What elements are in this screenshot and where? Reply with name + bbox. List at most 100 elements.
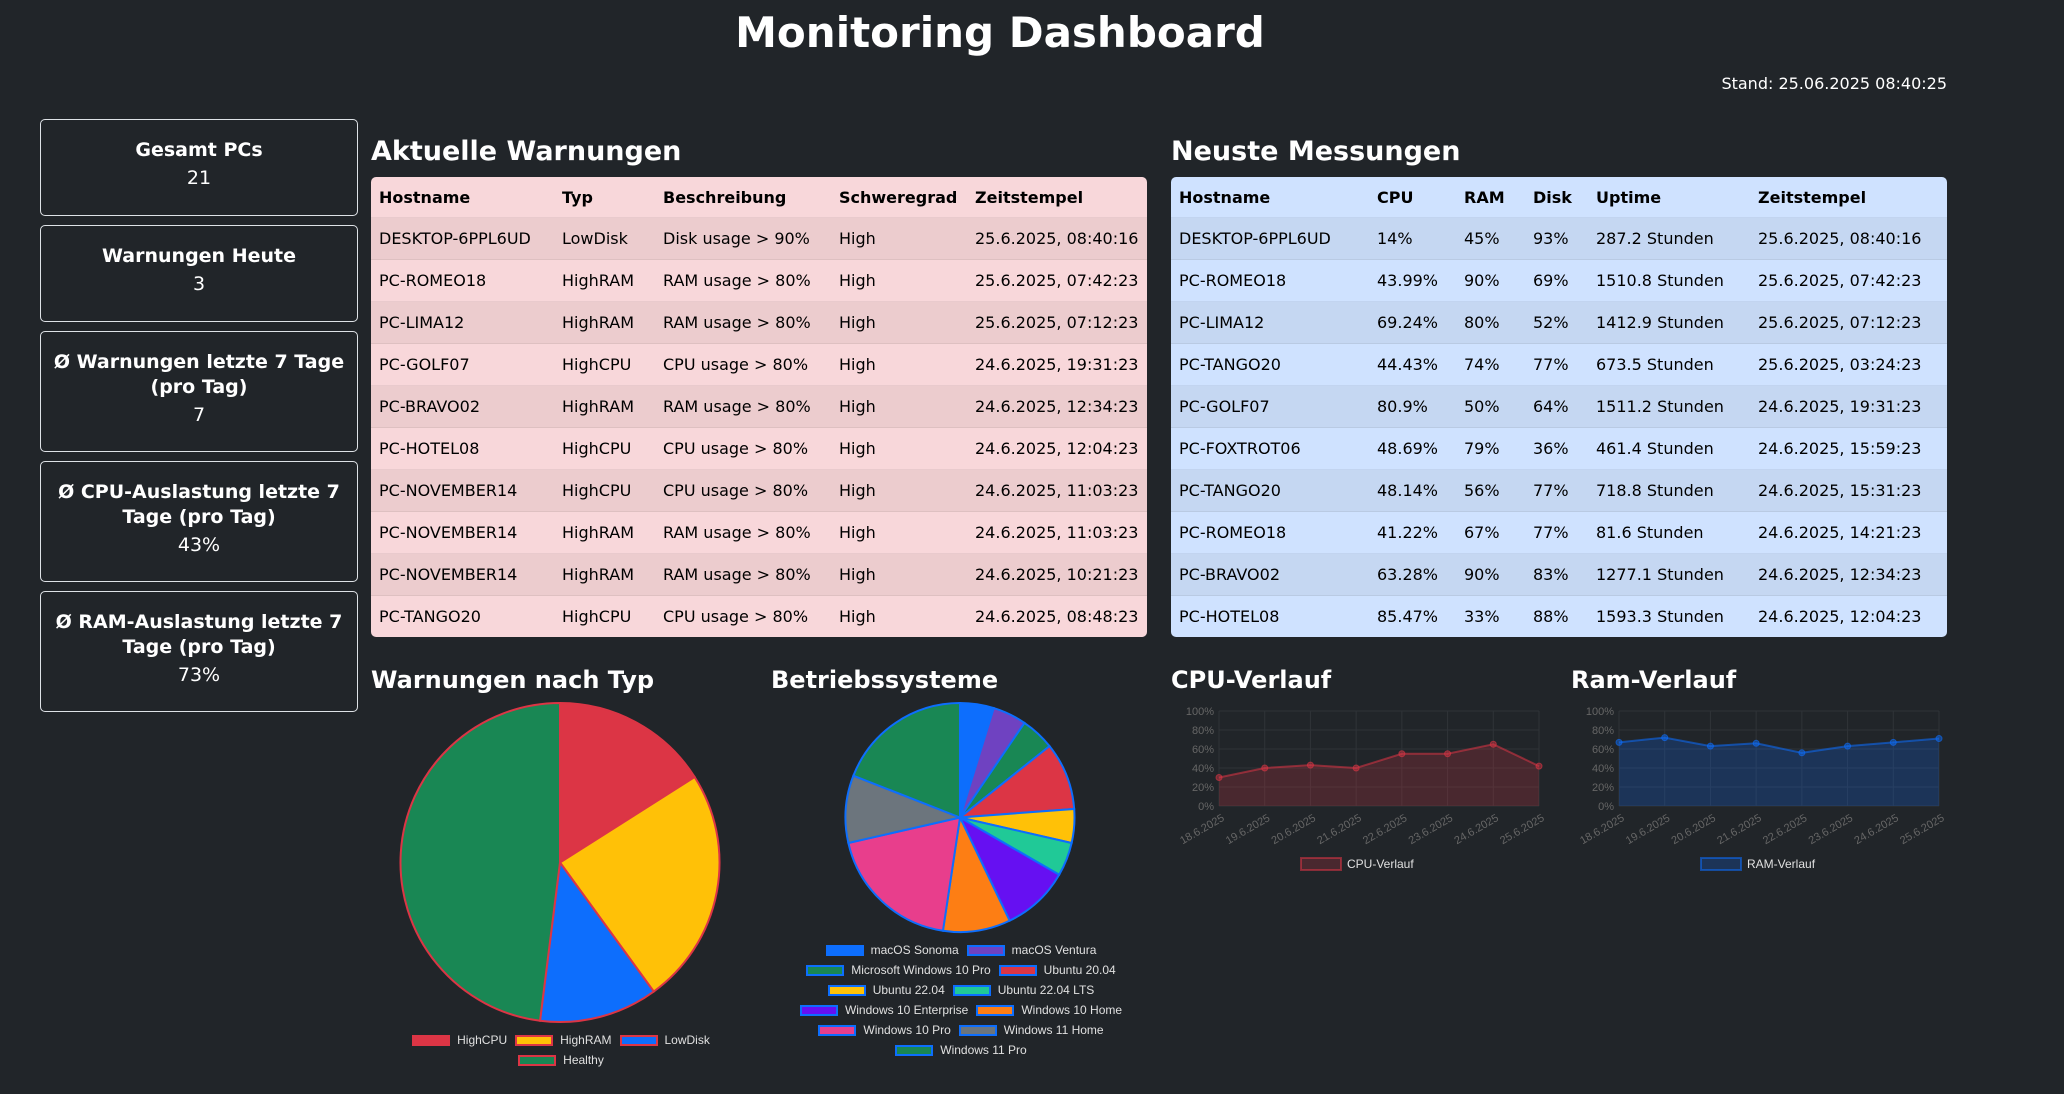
x-tick-label: 19.6.2025 (1224, 812, 1272, 847)
table-cell: PC-NOVEMBER14 (371, 553, 554, 596)
table-cell: PC-HOTEL08 (371, 427, 554, 470)
table-row: PC-LIMA12 HighRAM RAM usage > 80% High 25.6.… (371, 301, 1147, 344)
legend-swatch (806, 964, 845, 976)
table-cell: High (831, 217, 967, 260)
table-cell: High (831, 343, 967, 386)
table-row: PC-ROMEO18 41.22% 67% 77% 81.6 Stunden 24.6.2… (1171, 511, 1947, 554)
data-point[interactable] (1489, 740, 1497, 748)
table-cell: 44.43% (1369, 343, 1456, 386)
legend-item[interactable]: Windows 11 Home (958, 1023, 1104, 1037)
legend-item[interactable]: Healthy (518, 1053, 604, 1067)
legend-item[interactable]: Windows 10 Home (976, 1003, 1122, 1017)
data-point[interactable] (1889, 738, 1897, 746)
table-row: PC-TANGO20 44.43% 74% 77% 673.5 Stunden 25.6.… (1171, 343, 1947, 386)
stat-label: Gesamt PCs (135, 139, 263, 161)
y-tick-label: 40% (1192, 763, 1214, 775)
table-cell: 24.6.2025, 10:21:23 (967, 553, 1147, 596)
column-header: Schweregrad (839, 187, 958, 207)
table-row: PC-TANGO20 48.14% 56% 77% 718.8 Stunden 24.6.… (1171, 469, 1947, 512)
table-cell: HighRAM (554, 301, 655, 344)
y-tick-label: 60% (1192, 744, 1214, 756)
table-cell: 64% (1525, 385, 1588, 428)
data-point[interactable] (1615, 738, 1623, 746)
x-tick-label: 18.6.2025 (1178, 812, 1226, 847)
table-cell: 56% (1456, 469, 1525, 512)
table-cell: 24.6.2025, 19:31:23 (1750, 385, 1947, 428)
table-cell: 24.6.2025, 08:48:23 (967, 595, 1147, 637)
table-cell: 24.6.2025, 11:03:23 (967, 469, 1147, 512)
legend-item[interactable]: Windows 11 Pro (895, 1043, 1027, 1057)
legend-item[interactable]: macOS Sonoma (825, 943, 959, 957)
table-cell: 461.4 Stunden (1588, 427, 1750, 470)
table-cell: High (831, 595, 967, 637)
last-updated-timestamp: Stand: 25.06.2025 08:40:25 (1721, 74, 1947, 93)
legend-item[interactable]: LowDisk (619, 1033, 710, 1047)
table-cell: RAM usage > 80% (655, 301, 831, 344)
data-point[interactable] (1444, 750, 1452, 758)
legend-label: Windows 11 Home (1003, 1023, 1104, 1037)
data-point[interactable] (1215, 774, 1223, 781)
table-cell: 52% (1525, 301, 1588, 344)
pie-slice-healthy[interactable] (399, 701, 561, 1022)
stat-card-total-pcs: Gesamt PCs 21 (40, 119, 358, 216)
legend-item[interactable]: HighCPU (412, 1033, 507, 1047)
table-cell: 93% (1525, 217, 1588, 260)
data-point[interactable] (1798, 749, 1806, 757)
legend-label: CPU-Verlauf (1347, 857, 1414, 871)
legend-label: HighRAM (560, 1033, 612, 1047)
table-row: PC-LIMA12 69.24% 80% 52% 1412.9 Stunden 25.6.… (1171, 301, 1947, 344)
table-cell: High (831, 427, 967, 470)
table-cell: HighRAM (554, 511, 655, 554)
legend-label: Windows 10 Pro (863, 1023, 951, 1037)
stat-label: Ø CPU-Auslastung letzte 7 Tage (pro Tag) (58, 481, 340, 528)
column-header: Zeitstempel (1758, 187, 1867, 207)
y-tick-label: 80% (1192, 725, 1214, 737)
table-cell: 14% (1369, 217, 1456, 260)
warnings-by-type-title: Warnungen nach Typ (371, 666, 655, 694)
data-point[interactable] (1535, 762, 1543, 770)
table-cell: 80% (1456, 301, 1525, 344)
legend-swatch (958, 1024, 997, 1036)
measurements-section-title: Neuste Messungen (1171, 136, 1461, 167)
legend-item[interactable]: HighRAM (515, 1033, 612, 1047)
legend-item[interactable]: Ubuntu 22.04 (827, 983, 945, 997)
table-cell: 77% (1525, 511, 1588, 554)
legend-label: macOS Ventura (1011, 943, 1097, 957)
legend-item[interactable]: Ubuntu 20.04 (998, 963, 1116, 977)
table-cell: 25.6.2025, 08:40:16 (967, 217, 1147, 260)
legend-swatch (998, 964, 1037, 976)
data-point[interactable] (1261, 764, 1269, 772)
measurements-table: Hostname CPU RAM Disk Uptime Zeitstempel… (1171, 177, 1947, 637)
data-point[interactable] (1306, 761, 1314, 769)
data-point[interactable] (1752, 739, 1760, 747)
data-point[interactable] (1706, 742, 1714, 750)
table-cell: PC-NOVEMBER14 (371, 469, 554, 512)
table-cell: HighCPU (554, 469, 655, 512)
table-row: PC-HOTEL08 HighCPU CPU usage > 80% High 24.6… (371, 427, 1147, 470)
legend-swatch (825, 944, 864, 956)
ram-chart-title: Ram-Verlauf (1571, 666, 1737, 694)
legend-item[interactable]: Ubuntu 22.04 LTS (952, 983, 1094, 997)
data-point[interactable] (1844, 742, 1852, 750)
table-cell: 25.6.2025, 08:40:16 (1750, 217, 1947, 260)
table-cell: Disk usage > 90% (655, 217, 831, 260)
table-cell: 69% (1525, 259, 1588, 302)
data-point[interactable] (1352, 764, 1360, 772)
table-cell: 81.6 Stunden (1588, 511, 1750, 554)
table-row: DESKTOP-6PPL6UD LowDisk Disk usage > 90% Hi… (371, 217, 1147, 260)
table-cell: CPU usage > 80% (655, 343, 831, 386)
data-point[interactable] (1398, 750, 1406, 758)
data-point[interactable] (1935, 735, 1943, 743)
y-tick-label: 0% (1198, 801, 1214, 813)
legend-swatch (619, 1034, 658, 1046)
legend-item[interactable]: Windows 10 Enterprise (799, 1003, 968, 1017)
legend-item[interactable]: macOS Ventura (966, 943, 1097, 957)
data-point[interactable] (1661, 734, 1669, 742)
table-cell: 718.8 Stunden (1588, 469, 1750, 512)
legend-item[interactable]: Windows 10 Pro (818, 1023, 951, 1037)
table-cell: 90% (1456, 259, 1525, 302)
table-cell: CPU usage > 80% (655, 469, 831, 512)
column-header: Hostname (379, 187, 471, 207)
y-tick-label: 80% (1592, 725, 1614, 737)
legend-item[interactable]: Microsoft Windows 10 Pro (806, 963, 991, 977)
